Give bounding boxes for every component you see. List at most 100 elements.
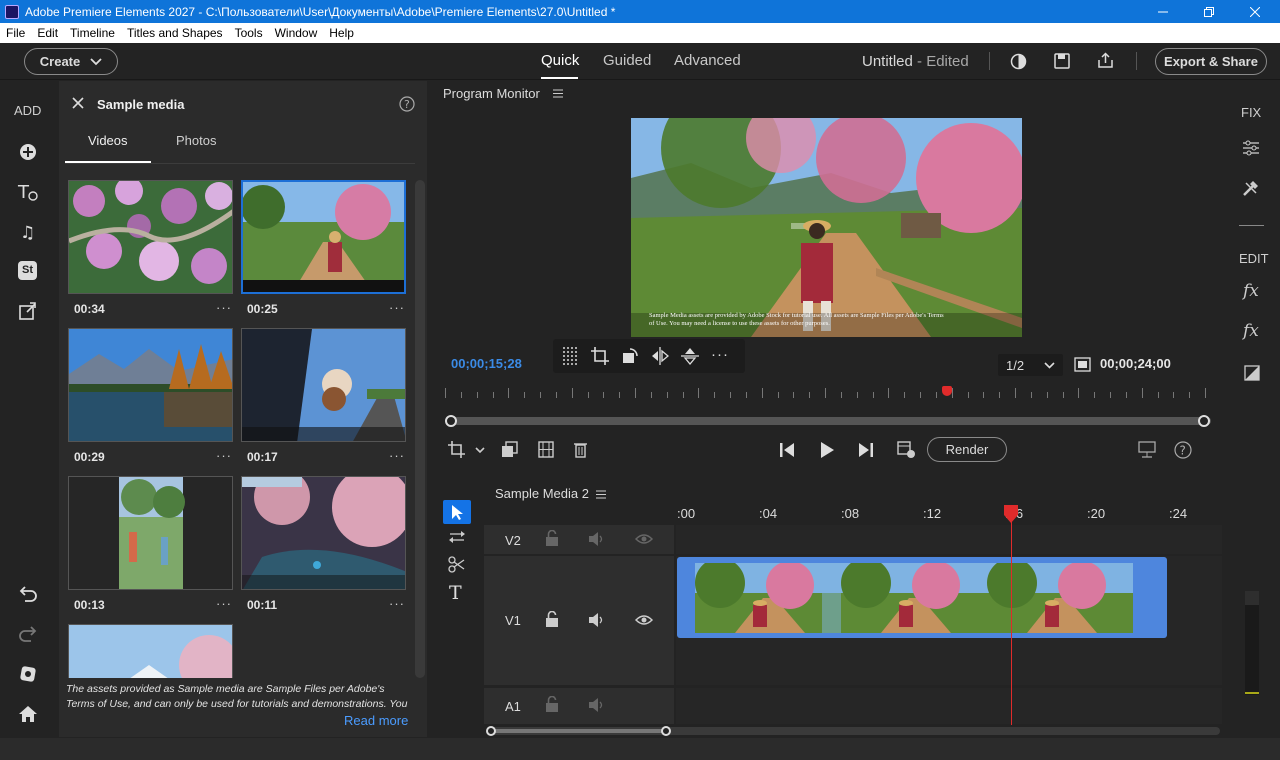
video-thumbnail[interactable]: [68, 624, 233, 678]
tab-guided[interactable]: Guided: [603, 52, 651, 69]
save-icon[interactable]: [1054, 53, 1070, 69]
video-thumbnail-selected[interactable]: [241, 180, 406, 294]
trash-icon[interactable]: [573, 441, 588, 458]
stock-icon[interactable]: St: [18, 261, 37, 280]
video-thumbnail[interactable]: [241, 328, 406, 442]
flip-horizontal-icon[interactable]: [651, 347, 669, 365]
tools-icon[interactable]: [1242, 179, 1260, 197]
menu-tools[interactable]: Tools: [229, 26, 269, 40]
help-icon[interactable]: ?: [399, 96, 415, 112]
speaker-icon[interactable]: [588, 698, 605, 712]
video-thumbnail[interactable]: [68, 180, 233, 294]
safe-margins-icon[interactable]: [1138, 441, 1156, 459]
current-timecode[interactable]: 00;00;15;28: [451, 356, 522, 371]
chevron-down-icon[interactable]: [475, 447, 485, 454]
effects-icon[interactable]: fx: [1243, 321, 1259, 341]
timeline-playhead[interactable]: [1003, 504, 1019, 524]
applied-effects-icon[interactable]: fx: [1243, 281, 1259, 301]
lock-icon[interactable]: [545, 696, 559, 713]
more-options-icon[interactable]: ···: [216, 596, 232, 611]
more-options-icon[interactable]: ···: [389, 300, 405, 315]
redo-icon[interactable]: [17, 623, 39, 645]
lock-icon[interactable]: [545, 611, 559, 628]
menu-edit[interactable]: Edit: [31, 26, 64, 40]
tab-quick[interactable]: Quick: [541, 52, 579, 69]
more-options-icon[interactable]: ···: [216, 448, 232, 463]
next-frame-icon[interactable]: [858, 442, 874, 458]
tab-photos[interactable]: Photos: [176, 133, 216, 148]
track-lane-v2[interactable]: [676, 525, 1222, 554]
scissors-icon[interactable]: [448, 556, 465, 573]
close-window-button[interactable]: [1232, 0, 1278, 23]
video-preview[interactable]: Sample Media assets are provided by Adob…: [631, 118, 1022, 337]
eye-icon[interactable]: [635, 533, 653, 545]
monitor-playhead[interactable]: [941, 386, 952, 396]
menu-timeline[interactable]: Timeline: [64, 26, 121, 40]
grid-icon[interactable]: [561, 345, 581, 367]
transitions-icon[interactable]: [1244, 365, 1260, 381]
menu-window[interactable]: Window: [269, 26, 324, 40]
home-icon[interactable]: [17, 703, 39, 725]
organizer-icon[interactable]: [17, 663, 39, 685]
zoom-scrollbar[interactable]: [445, 417, 1211, 425]
copy-icon[interactable]: [501, 441, 518, 458]
timeline-ruler[interactable]: :00:04:08:12:16:20:24: [677, 503, 1222, 525]
play-icon[interactable]: [819, 441, 835, 459]
share-icon[interactable]: [1097, 52, 1114, 69]
crop-tool-icon[interactable]: [448, 441, 465, 458]
undo-icon[interactable]: [17, 583, 39, 605]
selection-tool-button[interactable]: [443, 500, 471, 524]
help-icon[interactable]: ?: [1174, 441, 1192, 459]
add-media-icon[interactable]: [17, 141, 39, 163]
flip-vertical-icon[interactable]: [681, 347, 699, 365]
timeline-scroll-thumb[interactable]: [488, 729, 668, 733]
rotate-icon[interactable]: [621, 347, 639, 365]
video-thumbnail[interactable]: [68, 476, 233, 590]
music-icon[interactable]: ♫: [17, 221, 39, 243]
text-tool-icon[interactable]: T: [449, 582, 462, 604]
speaker-icon[interactable]: [588, 613, 605, 627]
render-button[interactable]: Render: [927, 437, 1007, 462]
lock-icon[interactable]: [545, 530, 559, 547]
crop-icon[interactable]: [591, 347, 609, 365]
more-options-icon[interactable]: ···: [389, 596, 405, 611]
track-lane-a1[interactable]: [676, 688, 1222, 724]
speaker-icon[interactable]: [588, 532, 605, 546]
ruler-tick: [1125, 392, 1127, 398]
adjustments-icon[interactable]: [1242, 139, 1260, 157]
scroll-handle-right[interactable]: [661, 726, 671, 736]
tab-videos[interactable]: Videos: [88, 133, 128, 148]
resolution-select[interactable]: 1/2: [998, 354, 1063, 376]
tab-advanced[interactable]: Advanced: [674, 52, 741, 69]
scroll-handle-right[interactable]: [1198, 415, 1210, 427]
read-more-link[interactable]: Read more: [344, 713, 408, 728]
render-preview-icon[interactable]: [897, 440, 916, 459]
ripple-tool-icon[interactable]: [448, 529, 466, 545]
add-title-icon[interactable]: T: [17, 181, 39, 203]
create-button[interactable]: Create: [24, 48, 118, 75]
eye-icon[interactable]: [635, 614, 653, 626]
scroll-handle-left[interactable]: [445, 415, 457, 427]
more-options-icon[interactable]: ···: [216, 300, 232, 315]
export-share-button[interactable]: Export & Share: [1155, 48, 1267, 75]
more-options-icon[interactable]: ···: [389, 448, 405, 463]
panel-menu-icon[interactable]: [596, 490, 606, 499]
video-clip[interactable]: [677, 557, 1167, 638]
minimize-button[interactable]: [1140, 0, 1186, 23]
import-icon[interactable]: [17, 300, 39, 322]
menu-help[interactable]: Help: [323, 26, 360, 40]
panel-menu-icon[interactable]: [553, 89, 563, 98]
menu-file[interactable]: File: [0, 26, 31, 40]
more-tools-icon[interactable]: ···: [711, 346, 729, 363]
contrast-icon[interactable]: [1010, 53, 1027, 70]
previous-frame-icon[interactable]: [779, 442, 795, 458]
close-panel-icon[interactable]: [72, 97, 84, 109]
video-thumbnail[interactable]: [68, 328, 233, 442]
restore-button[interactable]: [1186, 0, 1232, 23]
fit-screen-icon[interactable]: [1074, 357, 1091, 372]
scrollbar[interactable]: [415, 180, 425, 678]
scroll-handle-left[interactable]: [486, 726, 496, 736]
filmstrip-icon[interactable]: [538, 441, 554, 458]
video-thumbnail[interactable]: [241, 476, 406, 590]
menu-titles-and-shapes[interactable]: Titles and Shapes: [121, 26, 229, 40]
